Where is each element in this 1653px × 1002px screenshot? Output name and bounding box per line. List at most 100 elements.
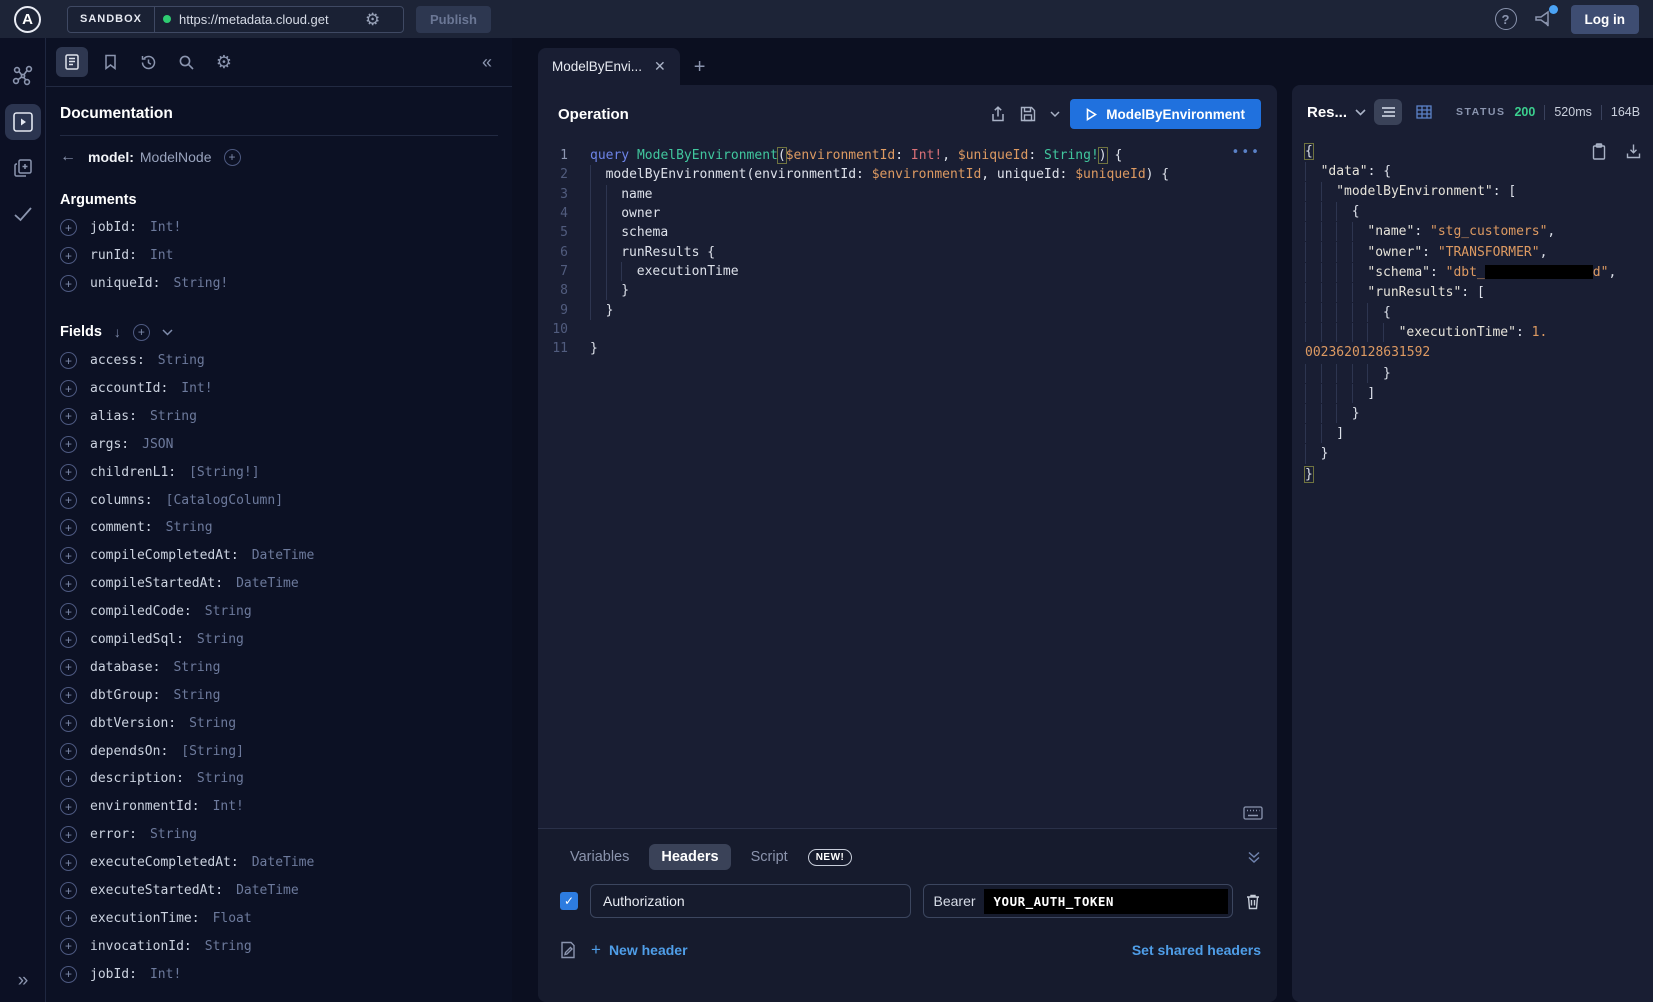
history-icon[interactable] (132, 47, 164, 77)
new-header-button[interactable]: + New header (591, 940, 688, 960)
field-type[interactable]: String (150, 409, 197, 424)
sort-fields-icon[interactable]: ↓ (114, 324, 121, 340)
set-shared-headers-link[interactable]: Set shared headers (1132, 942, 1261, 958)
header-key-input[interactable] (590, 884, 911, 918)
doc-field-row[interactable]: +environmentId:Int! (60, 793, 498, 821)
field-type[interactable]: Int (150, 248, 173, 263)
field-type[interactable]: String (173, 660, 220, 675)
field-type[interactable]: JSON (142, 437, 173, 452)
save-options-chevron-icon[interactable] (1050, 111, 1060, 118)
doc-field-row[interactable]: +error:String (60, 821, 498, 849)
doc-field-row[interactable]: +accountId:Int! (60, 375, 498, 403)
header-value-field[interactable]: Bearer YOUR_AUTH_TOKEN (923, 884, 1234, 918)
add-field-icon[interactable]: + (60, 275, 77, 292)
add-field-icon[interactable]: + (60, 659, 77, 676)
add-field-icon[interactable]: + (60, 966, 77, 983)
field-type[interactable]: String (150, 827, 197, 842)
field-type[interactable]: Int! (181, 381, 212, 396)
new-tab-icon[interactable]: + (694, 56, 706, 85)
edit-headers-icon[interactable] (560, 941, 577, 959)
announcements-icon[interactable] (1533, 9, 1555, 29)
add-model-icon[interactable]: + (224, 149, 241, 166)
field-type[interactable]: DateTime (252, 548, 315, 563)
delete-header-icon[interactable] (1245, 893, 1261, 910)
doc-field-row[interactable]: +uniqueId:String! (60, 270, 498, 298)
add-field-icon[interactable]: + (60, 464, 77, 481)
doc-field-row[interactable]: +runId:Int (60, 242, 498, 270)
operation-tab[interactable]: ModelByEnvi... ✕ (538, 48, 680, 85)
doc-field-row[interactable]: +args:JSON (60, 430, 498, 458)
collapse-docs-icon[interactable]: « (482, 52, 500, 73)
close-tab-icon[interactable]: ✕ (654, 58, 666, 75)
add-all-fields-icon[interactable]: + (133, 324, 150, 341)
doc-field-row[interactable]: +jobId:Int! (60, 214, 498, 242)
add-field-icon[interactable]: + (60, 352, 77, 369)
search-icon[interactable] (170, 47, 202, 77)
doc-field-row[interactable]: +database:String (60, 653, 498, 681)
doc-field-row[interactable]: +invocationId:String (60, 932, 498, 960)
doc-field-row[interactable]: +comment:String (60, 514, 498, 542)
bookmarks-icon[interactable] (94, 47, 126, 77)
tab-variables[interactable]: Variables (558, 844, 641, 870)
schema-graph-icon[interactable] (5, 58, 41, 94)
explorer-icon[interactable] (5, 104, 41, 140)
add-field-icon[interactable]: + (60, 408, 77, 425)
doc-field-row[interactable]: +access:String (60, 347, 498, 375)
copy-response-icon[interactable] (1592, 143, 1606, 160)
doc-field-row[interactable]: +compiledCode:String (60, 598, 498, 626)
field-type[interactable]: DateTime (236, 883, 299, 898)
field-type[interactable]: Int! (150, 967, 181, 982)
add-field-icon[interactable]: + (60, 547, 77, 564)
field-type[interactable]: [CatalogColumn] (166, 493, 283, 508)
field-type[interactable]: DateTime (236, 576, 299, 591)
keyboard-shortcuts-icon[interactable] (1243, 806, 1263, 820)
response-json-body[interactable]: {"data": {"modelByEnvironment": [{"name"… (1292, 135, 1653, 1002)
add-field-icon[interactable]: + (60, 575, 77, 592)
add-field-icon[interactable]: + (60, 826, 77, 843)
doc-field-row[interactable]: +executeStartedAt:DateTime (60, 877, 498, 905)
field-type[interactable]: String (158, 353, 205, 368)
doc-field-row[interactable]: +columns:[CatalogColumn] (60, 486, 498, 514)
add-field-icon[interactable]: + (60, 603, 77, 620)
field-type[interactable]: String (205, 604, 252, 619)
response-dropdown-chevron-icon[interactable] (1355, 109, 1366, 116)
field-type[interactable]: Float (213, 911, 252, 926)
add-field-icon[interactable]: + (60, 743, 77, 760)
doc-field-row[interactable]: +executionTime:Float (60, 904, 498, 932)
field-type[interactable]: String (197, 771, 244, 786)
expand-rail-icon[interactable]: » (0, 970, 46, 992)
field-type[interactable]: String (205, 939, 252, 954)
field-type[interactable]: String (173, 688, 220, 703)
field-type[interactable]: [String] (181, 744, 244, 759)
fields-options-chevron-icon[interactable] (162, 329, 173, 336)
doc-field-row[interactable]: +compileCompletedAt:DateTime (60, 542, 498, 570)
add-field-icon[interactable]: + (60, 798, 77, 815)
field-type[interactable]: String (189, 716, 236, 731)
save-operation-icon[interactable] (1020, 106, 1036, 122)
field-type[interactable]: String (166, 520, 213, 535)
editor-menu-dots[interactable]: ••• (1232, 145, 1261, 160)
doc-field-row[interactable]: +dbtGroup:String (60, 681, 498, 709)
doc-field-row[interactable]: +compiledSql:String (60, 626, 498, 654)
auth-token-value[interactable]: YOUR_AUTH_TOKEN (984, 889, 1228, 914)
add-field-icon[interactable]: + (60, 882, 77, 899)
add-field-icon[interactable]: + (60, 910, 77, 927)
checks-icon[interactable] (5, 196, 41, 232)
endpoint-settings-gear-icon[interactable]: ⚙ (365, 11, 380, 28)
add-field-icon[interactable]: + (60, 854, 77, 871)
tab-script[interactable]: Script (739, 844, 800, 870)
sandboxes-icon[interactable] (5, 150, 41, 186)
add-field-icon[interactable]: + (60, 436, 77, 453)
add-field-icon[interactable]: + (60, 770, 77, 787)
add-field-icon[interactable]: + (60, 631, 77, 648)
doc-field-row[interactable]: +dbtVersion:String (60, 709, 498, 737)
table-view-icon[interactable] (1410, 99, 1438, 125)
field-type[interactable]: String (197, 632, 244, 647)
field-type[interactable]: Int! (213, 799, 244, 814)
add-field-icon[interactable]: + (60, 715, 77, 732)
field-type[interactable]: String! (173, 276, 228, 291)
publish-button[interactable]: Publish (416, 6, 491, 33)
field-type[interactable]: Int! (150, 220, 181, 235)
add-field-icon[interactable]: + (60, 219, 77, 236)
back-icon[interactable]: ← (60, 148, 76, 166)
